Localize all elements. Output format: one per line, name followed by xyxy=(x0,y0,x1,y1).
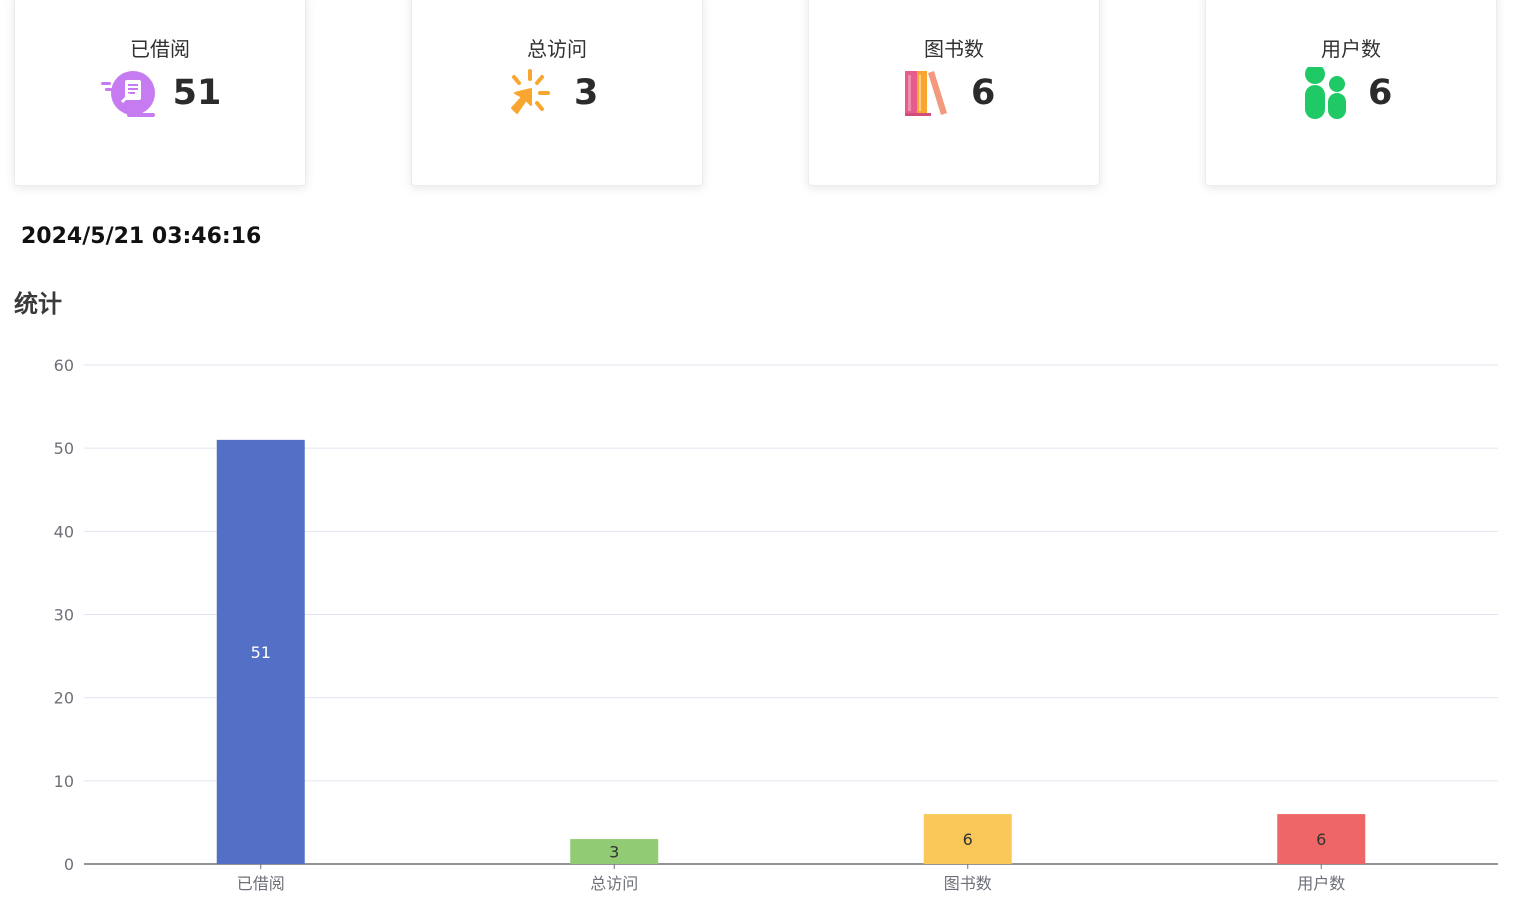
bar-value-label: 6 xyxy=(963,830,973,849)
y-tick-label: 20 xyxy=(54,689,74,708)
section-title: 统计 xyxy=(14,290,62,318)
x-tick-label: 用户数 xyxy=(1297,874,1345,893)
click-cursor-icon xyxy=(500,67,560,119)
y-tick-label: 0 xyxy=(64,855,74,874)
stat-card-visits: 总访问 3 xyxy=(411,0,703,186)
x-tick-label: 已借阅 xyxy=(237,874,285,893)
borrow-book-icon xyxy=(99,67,159,119)
stat-card-value: 6 xyxy=(1368,73,1393,113)
stat-card-value: 6 xyxy=(971,73,996,113)
books-icon xyxy=(897,67,957,119)
y-tick-label: 10 xyxy=(54,772,74,791)
stat-card-value: 51 xyxy=(172,73,222,113)
stat-card-title: 图书数 xyxy=(924,37,984,61)
bar-value-label: 6 xyxy=(1316,830,1326,849)
stat-card-title: 用户数 xyxy=(1321,37,1381,61)
stat-card-value: 3 xyxy=(574,73,599,113)
current-datetime: 2024/5/21 03:46:16 xyxy=(21,224,262,249)
x-tick-label: 总访问 xyxy=(590,874,638,893)
y-tick-label: 50 xyxy=(54,439,74,458)
y-tick-label: 40 xyxy=(54,522,74,541)
bar-value-label: 3 xyxy=(609,843,619,862)
stat-card-borrowed: 已借阅 51 xyxy=(14,0,306,186)
stat-card-title: 已借阅 xyxy=(130,37,190,61)
users-icon xyxy=(1294,67,1354,119)
statistics-bar-chart: 0 10 20 30 40 50 60 51 已借阅 3 总访问 6 图书数 6 用户数 xyxy=(54,356,1498,893)
bar-value-label: 51 xyxy=(251,643,271,662)
y-tick-label: 30 xyxy=(54,606,74,625)
stat-card-users: 用户数 6 xyxy=(1205,0,1497,186)
stat-cards: 已借阅 51 总访问 3 图书数 6 用户数 6 xyxy=(0,0,1523,200)
y-tick-label: 60 xyxy=(54,356,74,375)
stat-card-books: 图书数 6 xyxy=(808,0,1100,186)
x-tick-label: 图书数 xyxy=(944,874,992,893)
stat-card-title: 总访问 xyxy=(527,37,587,61)
